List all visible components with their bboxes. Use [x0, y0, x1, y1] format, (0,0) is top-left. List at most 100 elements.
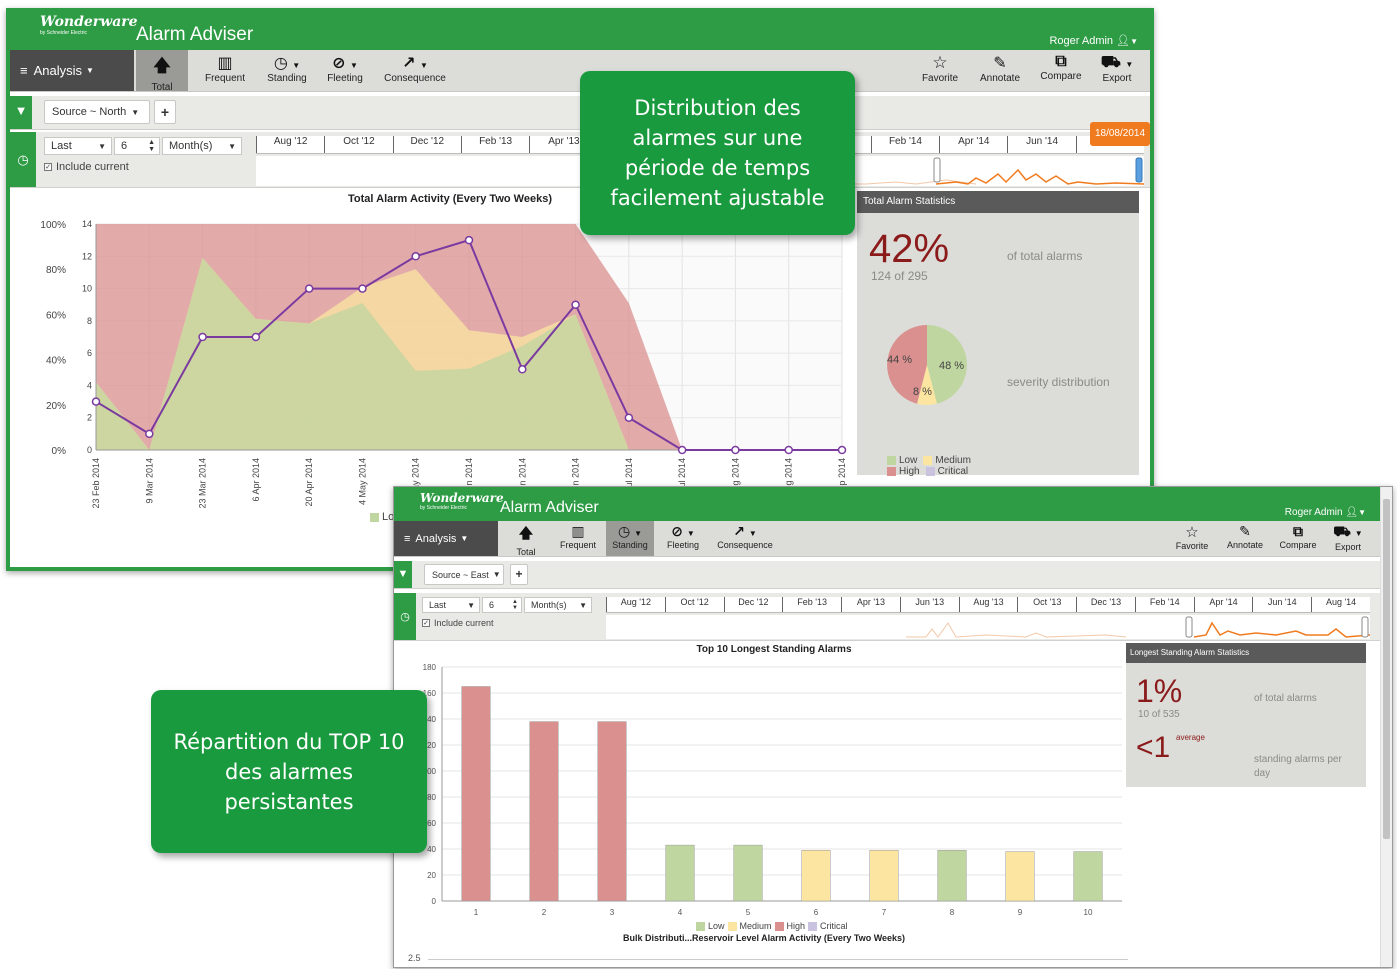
stat-percent: 42%: [869, 227, 950, 271]
legend-high-label: High: [899, 466, 920, 477]
wonderware-logo: Wonderware by Schneider Electric: [40, 14, 138, 36]
legend-low-label: Low: [708, 921, 725, 931]
analysis-menu-button[interactable]: ≡ Analysis ▼: [394, 521, 498, 556]
range-handle-left[interactable]: [1185, 616, 1193, 638]
stat-percent: 1%: [1136, 673, 1183, 709]
fleeting-button[interactable]: ⊘ ▼ Fleeting: [320, 53, 370, 84]
range-unit-select[interactable]: Month(s) ▼: [162, 137, 242, 155]
user-menu[interactable]: Roger Admin 👤︎▼: [1285, 507, 1366, 518]
y-left-tick: 60%: [46, 310, 66, 321]
x-tick-label: 10: [1084, 908, 1093, 917]
range-handle-left[interactable]: [933, 157, 941, 183]
frequent-button[interactable]: ▥ Frequent: [200, 53, 250, 84]
arrow-up-icon: 🡅: [153, 56, 171, 75]
total-button[interactable]: 🡅 Total: [136, 50, 188, 93]
standing-button[interactable]: ◷ ▼ Standing: [606, 521, 654, 556]
severity-caption: severity distribution: [1007, 375, 1110, 389]
y-right-tick: 0: [87, 445, 92, 455]
y-tick-label: 0: [432, 897, 437, 906]
hamburger-icon: ≡: [404, 532, 411, 545]
source-filter-dropdown[interactable]: Source ~ East ▼: [424, 564, 504, 585]
range-count-stepper[interactable]: 6 ▲ ▼: [482, 597, 522, 613]
bar: [461, 686, 491, 902]
x-tick-label: 23 Feb 2014: [91, 458, 101, 509]
total-point: [677, 445, 687, 455]
standing-button[interactable]: ◷ ▼ Standing: [258, 53, 316, 84]
bar: [665, 844, 695, 902]
range-mode-select[interactable]: Last ▼: [422, 597, 480, 613]
user-name: Roger Admin: [1049, 35, 1114, 47]
favorite-button[interactable]: ☆ Favorite: [1172, 523, 1212, 551]
favorite-button[interactable]: ☆ Favorite: [918, 53, 962, 84]
chevron-down-icon: ▼: [579, 600, 587, 610]
timeline-month: Aug '12: [256, 136, 324, 153]
timeline-month: Oct '13: [1017, 597, 1076, 612]
consequence-label: Consequence: [384, 73, 446, 84]
include-current-checkbox[interactable]: ✓ Include current: [44, 161, 129, 173]
export-label: Export: [1102, 73, 1132, 84]
clock-icon: ◷ ▼: [617, 523, 643, 539]
annotate-button[interactable]: ✎ Annotate: [1224, 523, 1266, 550]
legend-critical-label: Critical: [820, 921, 848, 931]
compare-button[interactable]: ⧉ Compare: [1036, 53, 1086, 82]
consequence-button[interactable]: ↗ ▼ Consequence: [380, 53, 450, 84]
timeline-sparkline[interactable]: [606, 615, 1371, 639]
user-menu[interactable]: Roger Admin 👤︎▼: [1049, 34, 1138, 47]
range-unit-select[interactable]: Month(s) ▼: [524, 597, 592, 613]
total-button[interactable]: 🡅 Total: [508, 523, 544, 557]
x-tick-label: 4: [678, 908, 683, 917]
analysis-label: Analysis: [33, 63, 83, 78]
export-button[interactable]: ⛟ ▼ Export: [1094, 53, 1140, 84]
top10-standing-alarms-chart: 0204060801001201401601801 2 3 4 5 6 7 8 9 10: [423, 663, 1122, 917]
analysis-menu-button[interactable]: ≡ Analysis ▼: [10, 50, 134, 91]
compare-button[interactable]: ⧉ Compare: [1276, 523, 1320, 550]
range-handle-right[interactable]: [1135, 157, 1143, 183]
source-filter-label: Source ~ East: [432, 569, 489, 580]
x-tick-label: 4 May 2014: [357, 458, 367, 505]
wonderware-logo: Wonderware by Schneider Electric: [420, 491, 504, 511]
clock-icon: ◷: [394, 593, 416, 640]
export-button[interactable]: ⛟ ▼ Export: [1328, 523, 1368, 552]
range-handle-right[interactable]: [1361, 616, 1369, 638]
bar: [1005, 851, 1035, 902]
x-tick-label: 7: [882, 908, 887, 917]
timeline-month: Jun '13: [899, 597, 959, 612]
annotate-button[interactable]: ✎ Annotate: [976, 53, 1024, 84]
legend-low-swatch: [696, 921, 705, 931]
include-current-checkbox[interactable]: ✓ Include current: [422, 618, 494, 628]
frequent-label: Frequent: [559, 540, 597, 550]
add-filter-button[interactable]: +: [154, 100, 176, 124]
fleeting-button[interactable]: ⊘ ▼ Fleeting: [662, 523, 704, 550]
sparkline-active: [935, 168, 1145, 185]
frequent-button[interactable]: ▥ Frequent: [558, 523, 598, 550]
legend-medium-swatch: [727, 921, 737, 931]
second-chart-title: Bulk Distributi...Reservoir Level Alarm …: [622, 933, 906, 943]
timeline-month: Jun '14: [1252, 597, 1311, 612]
add-filter-button[interactable]: +: [510, 564, 528, 585]
pencil-icon: ✎: [993, 55, 1007, 72]
consequence-button[interactable]: ↗ ▼ Consequence: [714, 523, 776, 550]
standing-label: Standing: [612, 540, 648, 550]
chart-title: Top 10 Longest Standing Alarms: [696, 644, 852, 655]
range-count-stepper[interactable]: 6 ▲ ▼: [114, 137, 160, 155]
compare-label: Compare: [1279, 540, 1317, 550]
bar: [869, 850, 899, 902]
stat-caption: of total alarms: [1007, 249, 1083, 263]
range-mode-select[interactable]: Last ▼: [44, 137, 112, 155]
vertical-scrollbar[interactable]: [1380, 487, 1392, 967]
x-tick-label: 6: [814, 908, 819, 917]
clock-icon: ◷ ▼: [273, 55, 301, 72]
range-count-value: 6: [489, 600, 495, 610]
stat-caption: of total alarms: [1254, 693, 1317, 704]
timeline-month: Jun '14: [1007, 136, 1075, 153]
scrollbar-thumb[interactable]: [1383, 499, 1390, 839]
chevron-down-icon: ▼: [228, 141, 236, 151]
total-point: [91, 397, 101, 406]
timeline-month: Feb '14: [870, 136, 939, 153]
timeline-month: Apr '14: [1193, 597, 1253, 612]
y-right-tick: 14: [82, 219, 92, 229]
source-filter-label: Source ~ North: [52, 106, 127, 118]
consequence-label: Consequence: [717, 540, 773, 550]
source-filter-dropdown[interactable]: Source ~ North ▼: [44, 100, 150, 124]
total-label: Total: [151, 82, 173, 93]
